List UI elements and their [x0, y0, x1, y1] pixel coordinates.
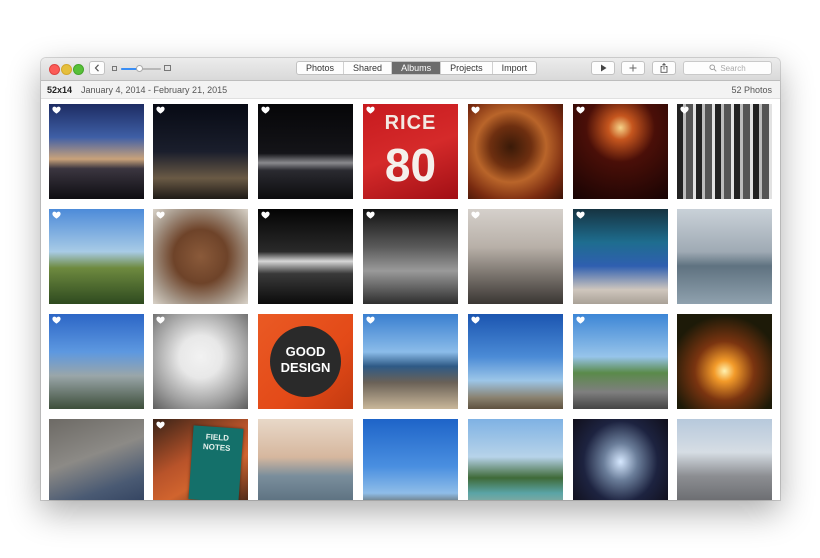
favorite-heart-icon[interactable]: [156, 106, 165, 114]
search-field[interactable]: Search: [683, 61, 772, 75]
zoom-slider-thumb[interactable]: [135, 65, 143, 72]
photo-thumbnail[interactable]: [677, 209, 772, 304]
back-button[interactable]: [89, 61, 105, 75]
add-button[interactable]: [621, 61, 645, 75]
view-tabs: Photos Shared Albums Projects Import: [296, 61, 538, 75]
favorite-heart-icon[interactable]: [156, 421, 165, 429]
photo-thumbnail[interactable]: [49, 314, 144, 409]
tab-albums[interactable]: Albums: [392, 62, 442, 74]
tab-shared[interactable]: Shared: [344, 62, 393, 74]
zoom-slider[interactable]: [121, 65, 161, 72]
photo-thumbnail[interactable]: [258, 104, 353, 199]
album-date-range: January 4, 2014 - February 21, 2015: [81, 85, 228, 95]
chevron-left-icon: [94, 64, 99, 72]
favorite-heart-icon[interactable]: [471, 211, 480, 219]
photo-thumbnail[interactable]: [573, 209, 668, 304]
favorite-heart-icon[interactable]: [576, 106, 585, 114]
photo-thumbnail[interactable]: [573, 419, 668, 500]
photo-thumbnail[interactable]: [468, 209, 563, 304]
photo-thumbnail[interactable]: [153, 104, 248, 199]
favorite-heart-icon[interactable]: [576, 316, 585, 324]
favorite-heart-icon[interactable]: [156, 211, 165, 219]
play-icon: [600, 64, 606, 72]
photo-grid: RICE 80 GOOD DESIGN FIELD NOTES: [41, 99, 780, 500]
slideshow-button[interactable]: [591, 61, 615, 75]
favorite-heart-icon[interactable]: [52, 316, 61, 324]
photo-thumbnail[interactable]: [468, 314, 563, 409]
tab-photos[interactable]: Photos: [297, 62, 345, 74]
photo-thumbnail[interactable]: [677, 314, 772, 409]
share-button[interactable]: [652, 61, 676, 75]
favorite-heart-icon[interactable]: [680, 106, 689, 114]
favorite-heart-icon[interactable]: [471, 106, 480, 114]
photo-thumbnail[interactable]: [49, 419, 144, 500]
photo-thumbnail[interactable]: [258, 209, 353, 304]
photo-thumbnail[interactable]: [153, 209, 248, 304]
favorite-heart-icon[interactable]: [366, 106, 375, 114]
photo-thumbnail[interactable]: FIELD NOTES: [153, 419, 248, 500]
tab-import[interactable]: Import: [493, 62, 537, 74]
photo-thumbnail[interactable]: [677, 419, 772, 500]
toolbar: Photos Shared Albums Projects Import Sea…: [41, 58, 780, 81]
favorite-heart-icon[interactable]: [576, 211, 585, 219]
photo-thumbnail[interactable]: [49, 209, 144, 304]
photo-thumbnail[interactable]: [363, 419, 458, 500]
search-placeholder: Search: [720, 63, 746, 73]
close-button[interactable]: [49, 64, 60, 75]
zoom-out-icon: [112, 66, 117, 71]
minimize-button[interactable]: [61, 64, 72, 75]
photo-thumbnail[interactable]: [363, 314, 458, 409]
photo-thumbnail[interactable]: [363, 209, 458, 304]
photo-thumbnail[interactable]: RICE 80: [363, 104, 458, 199]
photo-thumbnail[interactable]: GOOD DESIGN: [258, 314, 353, 409]
maximize-button[interactable]: [73, 64, 84, 75]
photo-thumbnail[interactable]: [677, 104, 772, 199]
photo-thumbnail[interactable]: [258, 419, 353, 500]
favorite-heart-icon[interactable]: [471, 316, 480, 324]
photo-thumbnail[interactable]: [468, 419, 563, 500]
plus-icon: [629, 64, 637, 72]
favorite-heart-icon[interactable]: [52, 106, 61, 114]
photo-thumbnail[interactable]: [573, 314, 668, 409]
zoom-in-icon: [164, 65, 171, 71]
album-title: 52x14: [47, 85, 73, 95]
jersey-name-text: RICE: [384, 112, 437, 134]
favorite-heart-icon[interactable]: [366, 316, 375, 324]
favorite-heart-icon[interactable]: [156, 316, 165, 324]
photos-window: Photos Shared Albums Projects Import Sea…: [41, 58, 780, 500]
photo-thumbnail[interactable]: [49, 104, 144, 199]
favorite-heart-icon[interactable]: [261, 106, 270, 114]
photo-thumbnail[interactable]: [153, 314, 248, 409]
search-icon: [709, 64, 717, 72]
photo-thumbnail[interactable]: [468, 104, 563, 199]
notebook-title-text: FIELD NOTES: [202, 432, 231, 453]
share-icon: [660, 63, 668, 73]
sign-text: GOOD DESIGN: [280, 344, 331, 375]
jersey-number-text: 80: [384, 139, 437, 191]
favorite-heart-icon[interactable]: [261, 211, 270, 219]
photo-count: 52 Photos: [731, 85, 772, 95]
favorite-heart-icon[interactable]: [366, 211, 375, 219]
tab-projects[interactable]: Projects: [441, 62, 493, 74]
favorite-heart-icon[interactable]: [52, 211, 61, 219]
album-header: 52x14 January 4, 2014 - February 21, 201…: [41, 81, 780, 99]
photo-thumbnail[interactable]: [573, 104, 668, 199]
